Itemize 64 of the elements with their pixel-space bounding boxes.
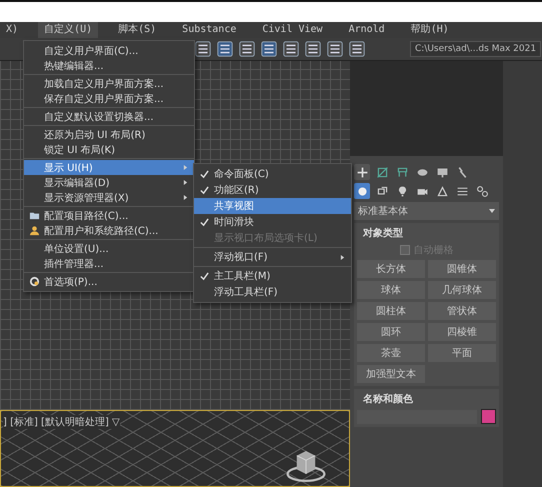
menu-item[interactable]: 保存自定义用户界面方案...: [24, 91, 194, 106]
menu-item[interactable]: 锁定 UI 布局(K): [24, 142, 194, 157]
primitive-type-dropdown[interactable]: 标准基本体: [354, 202, 499, 220]
menu-item[interactable]: 显示编辑器(D): [24, 175, 194, 190]
color-swatch[interactable]: [481, 409, 496, 424]
object-type-button[interactable]: 圆环: [357, 323, 425, 341]
menu-item[interactable]: 时间滑块: [194, 214, 351, 230]
object-type-button[interactable]: 长方体: [357, 260, 425, 278]
menu-bar-item[interactable]: X): [0, 22, 24, 38]
user-icon: [28, 225, 40, 236]
menu-bar-item[interactable]: Civil View: [256, 22, 329, 38]
menu-item[interactable]: 自定义用户界面(C)...: [24, 43, 194, 58]
toolbar-icon[interactable]: [304, 40, 322, 58]
toolbar-icon[interactable]: [194, 40, 212, 58]
menu-item[interactable]: 共享视图: [194, 198, 351, 214]
menu-item[interactable]: 功能区(R): [194, 182, 351, 198]
menu-item[interactable]: 浮动视口(F): [194, 249, 351, 265]
menu-bar-item[interactable]: 自定义(U): [38, 22, 98, 38]
menu-item[interactable]: 加载自定义用户界面方案...: [24, 76, 194, 91]
object-type-button[interactable]: 圆柱体: [357, 302, 425, 320]
menu-item[interactable]: 显示资源管理器(X): [24, 190, 194, 205]
object-type-button[interactable]: 茶壶: [357, 344, 425, 362]
menu-item[interactable]: 热键编辑器...: [24, 58, 194, 73]
menu-bar-item[interactable]: 脚本(S): [112, 22, 162, 38]
object-type-button[interactable]: 平面: [428, 344, 496, 362]
object-type-button[interactable]: 四棱锥: [428, 323, 496, 341]
menu-bar-item[interactable]: Arnold: [342, 22, 391, 38]
menu-bar-item[interactable]: 帮助(H): [404, 22, 455, 38]
menu-item[interactable]: 单位设置(U)...: [24, 241, 194, 256]
create-icon: [356, 166, 368, 178]
viewport-label: ] [标准] [默认明暗处理] ▽: [3, 415, 120, 429]
menu-item[interactable]: 首选项(P)...: [24, 274, 194, 289]
menu-item[interactable]: 浮动工具栏(F): [194, 284, 351, 300]
menu-item[interactable]: 自定义默认设置切换器...: [24, 109, 194, 124]
submenu-arrow-icon: [183, 194, 188, 201]
display-icon: [436, 166, 448, 178]
menu-item[interactable]: 命令面板(C): [194, 166, 351, 182]
menu-item[interactable]: 显示 UI(H): [24, 160, 194, 175]
toolbar-icon[interactable]: [238, 40, 256, 58]
object-type-button[interactable]: 圆锥体: [428, 260, 496, 278]
menu-item[interactable]: 还原为启动 UI 布局(R): [24, 127, 194, 142]
object-type-button[interactable]: 几何球体: [428, 281, 496, 299]
toolbar-icon[interactable]: [260, 40, 278, 58]
object-type-button[interactable]: 球体: [357, 281, 425, 299]
rollout-title[interactable]: 对象类型: [357, 226, 496, 240]
menu-item[interactable]: 配置用户和系统路径(C)...: [24, 223, 194, 238]
toolbar-icon[interactable]: [282, 40, 300, 58]
toolbar-icon[interactable]: [326, 40, 344, 58]
folder-icon: [28, 210, 40, 221]
menu-item[interactable]: 插件管理器...: [24, 256, 194, 271]
systems-category-icon[interactable]: [474, 183, 490, 199]
toolbar-icon[interactable]: [216, 40, 234, 58]
menu-bar-item[interactable]: Substance: [176, 22, 242, 38]
create-tab[interactable]: [354, 164, 370, 180]
object-type-button[interactable]: 加强型文本: [357, 365, 425, 383]
menu-item[interactable]: 主工具栏(M): [194, 268, 351, 284]
toolbar-icon[interactable]: [348, 40, 366, 58]
submenu-arrow-icon: [183, 179, 188, 186]
project-path-field[interactable]: C:\Users\ad\...ds Max 2021: [410, 41, 542, 57]
object-type-button[interactable]: 管状体: [428, 302, 496, 320]
submenu-arrow-icon: [340, 254, 345, 260]
geometry-category-icon[interactable]: [354, 183, 370, 199]
submenu-arrow-icon: [183, 164, 188, 171]
menu-item[interactable]: 配置项目路径(C)...: [24, 208, 194, 223]
